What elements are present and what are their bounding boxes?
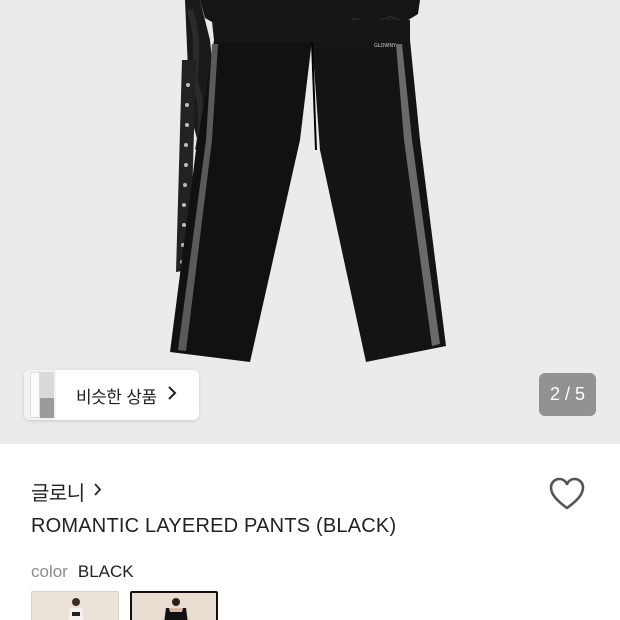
image-page-indicator: 2 / 5 (539, 373, 596, 416)
similar-items-label: 비슷한 상품 (76, 387, 157, 408)
color-swatch-option-2-selected[interactable] (130, 591, 218, 620)
product-logo: GLOWNY (374, 43, 397, 49)
chevron-right-icon (167, 385, 177, 406)
brand-name: 글로니 (31, 481, 85, 505)
color-label: color (31, 562, 68, 581)
product-image-carousel[interactable]: GLOWNY 비슷한 상품 2 / 5 (0, 0, 620, 444)
color-swatch-option-1[interactable] (31, 591, 119, 620)
chevron-right-icon (93, 481, 102, 502)
brand-link[interactable]: 글로니 (31, 477, 102, 506)
swatch-thumbnail (68, 598, 84, 620)
wishlist-button[interactable] (548, 476, 586, 512)
swatch-thumbnail (164, 598, 188, 620)
color-row: color BLACK (31, 562, 134, 582)
heart-outline-icon (549, 477, 585, 510)
similar-items-button[interactable]: 비슷한 상품 (24, 370, 199, 420)
similar-items-thumbnail (24, 370, 56, 420)
product-title: ROMANTIC LAYERED PANTS (BLACK) (31, 515, 397, 537)
color-value: BLACK (77, 562, 134, 581)
